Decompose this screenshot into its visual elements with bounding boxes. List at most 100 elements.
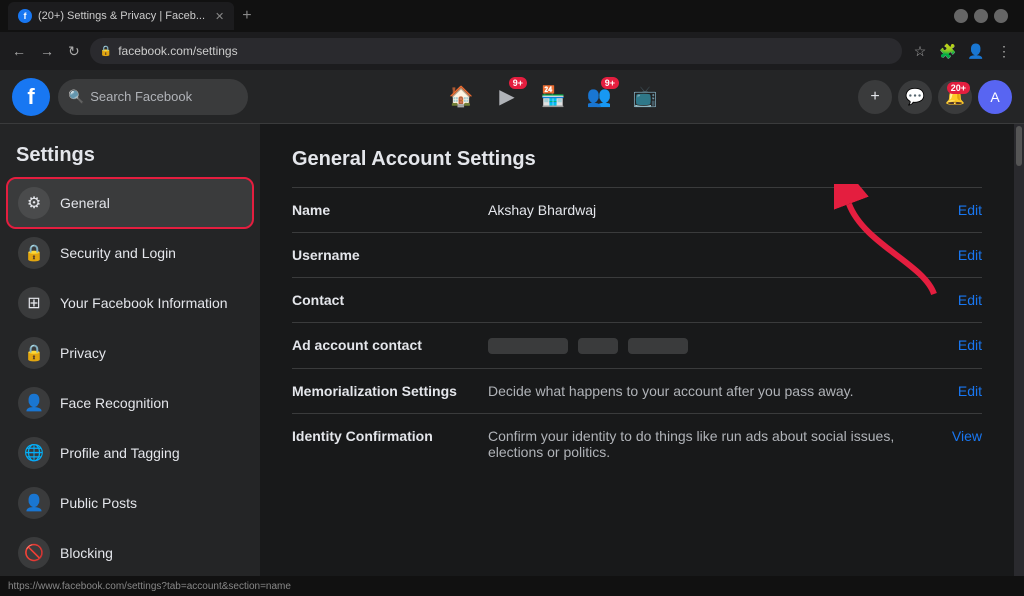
search-icon: 🔍 — [68, 89, 84, 105]
messenger-btn[interactable]: 💬 — [898, 80, 932, 114]
blurred-field-3 — [628, 338, 688, 354]
menu-btn[interactable]: ⋮ — [992, 39, 1016, 63]
sidebar-item-public-posts[interactable]: 👤 Public Posts — [8, 479, 252, 527]
search-box[interactable]: 🔍 Search Facebook — [58, 79, 248, 115]
memorial-edit-btn[interactable]: Edit — [958, 383, 982, 399]
tab-close-btn[interactable]: ✕ — [215, 10, 224, 23]
contact-edit-btn[interactable]: Edit — [958, 292, 982, 308]
contact-label: Contact — [292, 292, 472, 308]
account-menu-btn[interactable]: A — [978, 80, 1012, 114]
sidebar-item-general[interactable]: ⚙ General — [8, 179, 252, 227]
settings-row-memorial: Memorialization Settings Decide what hap… — [292, 368, 982, 413]
sidebar-item-blocking[interactable]: 🚫 Blocking — [8, 529, 252, 576]
nav-gaming-btn[interactable]: 📺 — [623, 75, 667, 119]
bookmark-btn[interactable]: ☆ — [908, 39, 932, 63]
minimize-btn[interactable]: — — [954, 9, 968, 23]
back-btn[interactable]: ← — [8, 41, 30, 61]
browser-tab[interactable]: f (20+) Settings & Privacy | Faceb... ✕ — [8, 2, 234, 30]
identity-view-btn[interactable]: View — [952, 428, 982, 444]
address-bar-row: ← → ↻ 🔒 facebook.com/settings ☆ 🧩 👤 ⋮ — [0, 32, 1024, 70]
name-value: Akshay Bhardwaj — [488, 202, 942, 218]
ad-contact-edit-btn[interactable]: Edit — [958, 337, 982, 353]
browser-actions: ☆ 🧩 👤 ⋮ — [908, 39, 1016, 63]
nav-watch-btn[interactable]: ▶ 9+ — [485, 75, 529, 119]
memorial-value: Decide what happens to your account afte… — [488, 383, 942, 399]
identity-value: Confirm your identity to do things like … — [488, 428, 936, 460]
close-btn[interactable]: ✕ — [994, 9, 1008, 23]
sidebar-title: Settings — [8, 136, 252, 179]
fb-content: General Account Settings Name Akshay Bha… — [260, 124, 1014, 576]
username-edit-btn[interactable]: Edit — [958, 247, 982, 263]
settings-row-ad-contact: Ad account contact Edit — [292, 322, 982, 368]
settings-row-identity: Identity Confirmation Confirm your ident… — [292, 413, 982, 474]
extensions-btn[interactable]: 🧩 — [936, 39, 960, 63]
fb-main: Settings ⚙ General 🔒 Security and Login … — [0, 124, 1024, 576]
sidebar-label-security: Security and Login — [60, 245, 176, 261]
fb-right-actions: + 💬 🔔 20+ A — [858, 80, 1012, 114]
tab-bar: f (20+) Settings & Privacy | Faceb... ✕ … — [0, 0, 1024, 32]
sidebar-item-security[interactable]: 🔒 Security and Login — [8, 229, 252, 277]
sidebar-label-privacy: Privacy — [60, 345, 106, 361]
add-btn[interactable]: + — [858, 80, 892, 114]
nav-home-btn[interactable]: 🏠 — [439, 75, 483, 119]
blurred-field-1 — [488, 338, 568, 354]
forward-btn[interactable]: → — [36, 41, 58, 61]
browser-chrome: f (20+) Settings & Privacy | Faceb... ✕ … — [0, 0, 1024, 70]
tab-favicon: f — [18, 9, 32, 23]
ad-contact-value — [488, 337, 942, 354]
grid-icon: ⊞ — [18, 287, 50, 319]
fb-nav-icons: 🏠 ▶ 9+ 🏪 👥 9+ 📺 — [439, 75, 667, 119]
profile-switcher[interactable]: 👤 — [964, 39, 988, 63]
face-icon: 👤 — [18, 387, 50, 419]
url-text: facebook.com/settings — [118, 44, 237, 58]
sidebar-label-public: Public Posts — [60, 495, 137, 511]
sidebar-item-privacy[interactable]: 🔒 Privacy — [8, 329, 252, 377]
fb-topnav: f 🔍 Search Facebook 🏠 ▶ 9+ 🏪 👥 9+ 📺 + 💬 — [0, 70, 1024, 124]
memorial-label: Memorialization Settings — [292, 383, 472, 399]
scrollbar-track[interactable] — [1014, 124, 1024, 576]
tab-label: (20+) Settings & Privacy | Faceb... — [38, 10, 205, 22]
watch-badge: 9+ — [509, 77, 527, 89]
lock-icon: 🔒 — [18, 237, 50, 269]
page-title: General Account Settings — [292, 148, 982, 171]
new-tab-btn[interactable]: + — [242, 7, 251, 25]
sidebar-item-face-recognition[interactable]: 👤 Face Recognition — [8, 379, 252, 427]
profile-icon: 🌐 — [18, 437, 50, 469]
ad-contact-label: Ad account contact — [292, 337, 472, 353]
scrollbar-thumb[interactable] — [1016, 126, 1022, 166]
sidebar-item-profile-tagging[interactable]: 🌐 Profile and Tagging — [8, 429, 252, 477]
blurred-field-2 — [578, 338, 618, 354]
settings-row-contact: Contact Edit — [292, 277, 982, 322]
fb-logo[interactable]: f — [12, 78, 50, 116]
address-bar[interactable]: 🔒 facebook.com/settings — [90, 38, 902, 64]
status-bar: https://www.facebook.com/settings?tab=ac… — [0, 576, 1024, 596]
sidebar-label-general: General — [60, 195, 110, 211]
notif-badge: 20+ — [947, 82, 970, 94]
lock-icon: 🔒 — [100, 46, 112, 57]
notifications-btn[interactable]: 🔔 20+ — [938, 80, 972, 114]
messenger-icon: 💬 — [905, 87, 925, 107]
sidebar-item-fb-info[interactable]: ⊞ Your Facebook Information — [8, 279, 252, 327]
settings-row-username: Username Edit — [292, 232, 982, 277]
facebook-app: f 🔍 Search Facebook 🏠 ▶ 9+ 🏪 👥 9+ 📺 + 💬 — [0, 70, 1024, 576]
fb-sidebar: Settings ⚙ General 🔒 Security and Login … — [0, 124, 260, 576]
refresh-btn[interactable]: ↻ — [64, 41, 84, 62]
public-icon: 👤 — [18, 487, 50, 519]
name-edit-btn[interactable]: Edit — [958, 202, 982, 218]
nav-groups-btn[interactable]: 👥 9+ — [577, 75, 621, 119]
privacy-icon: 🔒 — [18, 337, 50, 369]
window-controls: — □ ✕ — [954, 9, 1008, 23]
sidebar-label-face: Face Recognition — [60, 395, 169, 411]
identity-label: Identity Confirmation — [292, 428, 472, 444]
gear-icon: ⚙ — [18, 187, 50, 219]
sidebar-label-fb-info: Your Facebook Information — [60, 295, 228, 311]
username-label: Username — [292, 247, 472, 263]
sidebar-label-profile: Profile and Tagging — [60, 445, 180, 461]
sidebar-label-blocking: Blocking — [60, 545, 113, 561]
avatar-initial: A — [990, 89, 999, 105]
settings-row-name: Name Akshay Bhardwaj Edit — [292, 187, 982, 232]
nav-marketplace-btn[interactable]: 🏪 — [531, 75, 575, 119]
maximize-btn[interactable]: □ — [974, 9, 988, 23]
search-placeholder: Search Facebook — [90, 89, 192, 104]
status-url: https://www.facebook.com/settings?tab=ac… — [8, 581, 291, 592]
